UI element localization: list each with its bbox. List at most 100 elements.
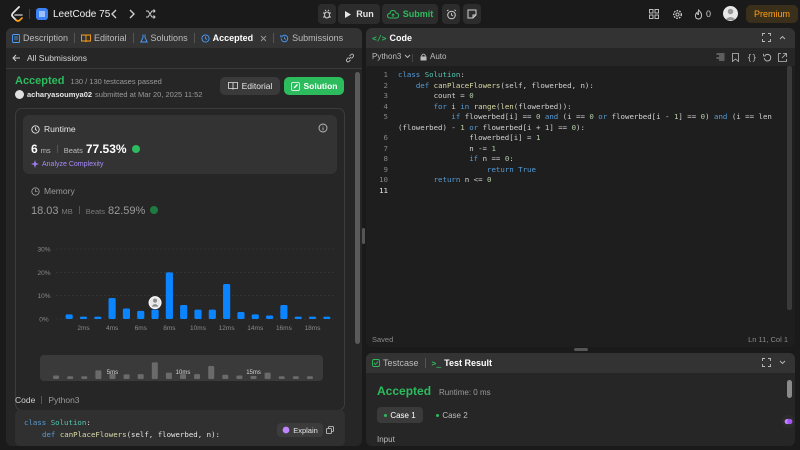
auto-mode-toggle[interactable]: Auto bbox=[420, 52, 446, 61]
chart-bar[interactable] bbox=[208, 309, 216, 319]
line-number: 9 bbox=[383, 164, 388, 174]
tab-testcase[interactable]: Testcase bbox=[366, 353, 425, 373]
run-button[interactable]: Run bbox=[338, 4, 380, 24]
bookmark-icon[interactable] bbox=[732, 53, 739, 62]
maximize-icon[interactable] bbox=[762, 358, 771, 367]
chart-bar[interactable] bbox=[194, 309, 202, 319]
collapse-chevron-icon[interactable] bbox=[778, 33, 787, 42]
explain-button[interactable]: Explain bbox=[277, 423, 323, 437]
code-line[interactable]: 4 for i in range(len(flowerbed)): bbox=[374, 102, 784, 113]
minimap-bar bbox=[67, 376, 74, 379]
panel-resize-handle[interactable] bbox=[362, 228, 365, 244]
avatar[interactable] bbox=[723, 6, 738, 21]
chart-bar[interactable] bbox=[137, 310, 145, 319]
chart-bar[interactable] bbox=[94, 316, 102, 319]
runtime-distribution-chart[interactable]: 30% 20% 10% 0% 2ms 4ms 6ms 8ms 10ms 12ms 14ms 16ms 1… bbox=[16, 237, 344, 367]
auto-mode-label: Auto bbox=[430, 52, 447, 61]
memory-beats-label: Beats bbox=[85, 207, 105, 216]
case-1-button[interactable]: Case 1 bbox=[377, 407, 423, 423]
code-line[interactable]: 10 return n <= 0 bbox=[374, 175, 784, 186]
chart-bar[interactable] bbox=[308, 316, 317, 319]
layout-grid-icon[interactable] bbox=[648, 8, 660, 20]
chart-bar[interactable] bbox=[280, 305, 288, 319]
runtime-card[interactable]: Runtime 6 ms Beats 77.53% Analyze Comple… bbox=[23, 115, 337, 174]
code-line[interactable]: 11 bbox=[374, 186, 784, 197]
code-line[interactable]: 8 if n == 0: bbox=[374, 154, 784, 165]
expand-icon[interactable] bbox=[778, 53, 787, 62]
ai-assistant-button[interactable] bbox=[782, 415, 795, 428]
tab-code[interactable]: </> Code bbox=[366, 28, 418, 48]
tab-label: Submissions bbox=[292, 33, 344, 43]
chart-bar[interactable] bbox=[122, 308, 130, 320]
chart-bar[interactable] bbox=[151, 309, 159, 319]
debug-button[interactable] bbox=[318, 4, 336, 24]
chart-range-minimap[interactable]: 5ms 10ms 15ms bbox=[40, 355, 323, 381]
solution-button[interactable]: Solution bbox=[284, 77, 344, 95]
minimap-tick-label: 15ms bbox=[246, 370, 261, 376]
timer-button[interactable] bbox=[442, 4, 460, 24]
all-submissions-link[interactable]: All Submissions bbox=[12, 52, 87, 64]
code-line[interactable]: 3 count = 0 bbox=[374, 91, 784, 102]
chart-bar[interactable] bbox=[323, 316, 331, 319]
code-text: count = 0 bbox=[398, 91, 474, 102]
info-icon[interactable] bbox=[318, 123, 328, 133]
leetcode-logo-icon[interactable] bbox=[8, 5, 26, 23]
maximize-icon[interactable] bbox=[762, 33, 771, 42]
code-line[interactable]: (flowerbed) - 1 or flowerbed[i + 1] == 0… bbox=[374, 123, 784, 134]
memory-header[interactable]: Memory bbox=[31, 186, 75, 196]
reset-undo-icon[interactable] bbox=[763, 53, 772, 62]
next-problem-icon[interactable] bbox=[125, 7, 139, 21]
code-text: if n == 0: bbox=[398, 154, 514, 165]
left-panel-scrollbar[interactable] bbox=[355, 72, 360, 344]
result-scrollbar[interactable] bbox=[787, 380, 792, 398]
chart-bar[interactable] bbox=[79, 316, 88, 319]
code-brackets-icon: </> bbox=[372, 33, 387, 43]
chart-bar[interactable] bbox=[237, 312, 245, 319]
tab-solutions[interactable]: Solutions bbox=[134, 28, 194, 48]
code-line[interactable]: 7 n -= 1 bbox=[374, 144, 784, 155]
close-tab-icon[interactable] bbox=[260, 35, 267, 42]
case-2-button[interactable]: Case 2 bbox=[432, 407, 472, 423]
code-line[interactable]: 6 flowerbed[i] = 1 bbox=[374, 133, 784, 144]
code-line[interactable]: 9 return True bbox=[374, 165, 784, 176]
editor-scrollbar[interactable] bbox=[787, 66, 792, 310]
code-editor[interactable]: 1 class Solution: 2 def canPlaceFlowers(se… bbox=[374, 70, 784, 196]
notes-button[interactable] bbox=[463, 4, 481, 24]
language-select[interactable]: Python3 bbox=[372, 52, 411, 61]
chart-bar[interactable] bbox=[65, 314, 73, 319]
chart-bar[interactable] bbox=[294, 316, 302, 319]
problem-list-button[interactable]: LeetCode 75 bbox=[36, 7, 110, 21]
code-line[interactable]: 5 if flowerbed[i] == 0 and (i == 0 or fl… bbox=[374, 112, 784, 123]
code-token: (self, flowerbed, n): bbox=[500, 80, 594, 90]
format-align-icon[interactable] bbox=[716, 53, 725, 61]
chart-bar[interactable] bbox=[251, 314, 259, 319]
tab-accepted[interactable]: Accepted bbox=[195, 28, 274, 48]
code-line[interactable]: 1 class Solution: bbox=[374, 70, 784, 81]
user-avatar-icon bbox=[723, 6, 738, 21]
premium-button[interactable]: Premium bbox=[746, 5, 799, 23]
code-line[interactable]: 2 def canPlaceFlowers(self, flowerbed, n… bbox=[374, 81, 784, 92]
chart-bar[interactable] bbox=[165, 272, 173, 319]
username[interactable]: acharyasoumya02 bbox=[27, 90, 92, 99]
streak-counter[interactable]: 0 bbox=[694, 7, 711, 21]
copy-icon[interactable] bbox=[326, 426, 334, 434]
settings-gear-icon[interactable] bbox=[671, 8, 683, 20]
tab-test-result[interactable]: >_ Test Result bbox=[426, 353, 498, 373]
analyze-complexity-link[interactable]: Analyze Complexity bbox=[31, 160, 103, 168]
chart-bar[interactable] bbox=[266, 315, 274, 320]
braces-icon[interactable]: {} bbox=[747, 52, 757, 62]
collapse-chevron-icon[interactable] bbox=[778, 358, 787, 367]
chart-bar[interactable] bbox=[223, 284, 231, 319]
vertical-resize-handle[interactable] bbox=[574, 348, 588, 351]
chart-bar[interactable] bbox=[108, 298, 116, 319]
tab-description[interactable]: Description bbox=[6, 28, 74, 48]
chart-bar[interactable] bbox=[180, 305, 188, 319]
tab-submissions[interactable]: Submissions bbox=[274, 28, 349, 48]
share-link-icon[interactable] bbox=[345, 53, 355, 63]
shuffle-icon[interactable] bbox=[143, 7, 157, 21]
tab-editorial[interactable]: Editorial bbox=[75, 28, 133, 48]
prev-problem-icon[interactable] bbox=[107, 7, 121, 21]
submit-button[interactable]: Submit bbox=[382, 4, 438, 24]
editorial-button[interactable]: Editorial bbox=[220, 77, 280, 95]
